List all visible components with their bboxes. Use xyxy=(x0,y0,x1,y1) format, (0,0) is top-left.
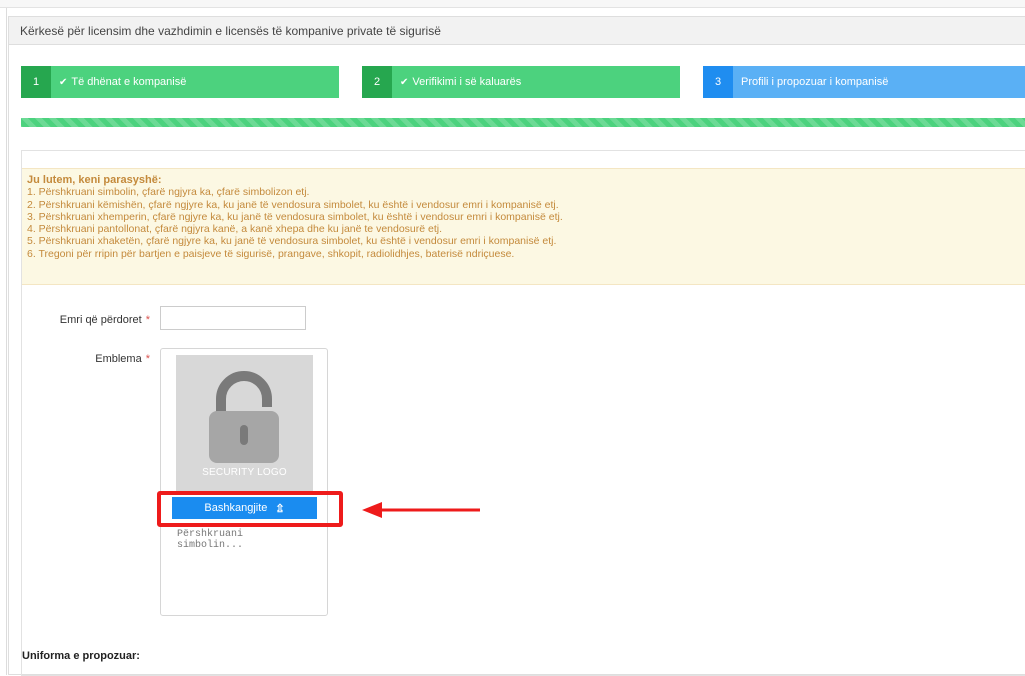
name-field-label: Emri që përdoret * xyxy=(40,314,150,326)
annotation-arrow-icon xyxy=(362,502,480,518)
step-3-company-profile[interactable]: 3 Profili i propozuar i kompanisë xyxy=(703,66,1025,98)
step-label: Verifikimi i së kaluarës xyxy=(412,76,522,88)
notice-item: 5. Përshkruani xhaketën, çfarë ngjyre ka… xyxy=(27,235,557,248)
notice-item: 4. Përshkruani pantollonat, çfarë ngjyra… xyxy=(27,223,443,236)
panel-heading: Kërkesë për licensim dhe vazhdimin e lic… xyxy=(9,17,1025,45)
step-2-background-check[interactable]: 2 ✔ Verifikimi i së kaluarës xyxy=(362,66,680,98)
logo-placeholder-text: SECURITY LOGO xyxy=(202,467,287,478)
page-left-border xyxy=(6,8,7,675)
lock-icon xyxy=(209,371,279,463)
notice-item: 6. Tregoni për rripin për bartjen e pais… xyxy=(27,247,515,260)
emblem-label-text: Emblema xyxy=(95,353,142,365)
notice-title: Ju lutem, keni parasyshë: xyxy=(27,174,162,186)
emblem-description-textarea[interactable] xyxy=(172,523,317,609)
top-bar xyxy=(0,0,1025,8)
step-label: Të dhënat e kompanisë xyxy=(71,76,187,88)
annotation-highlight-box xyxy=(157,491,343,527)
emblem-field-label: Emblema * xyxy=(40,353,150,365)
check-icon: ✔ xyxy=(59,76,68,88)
check-icon: ✔ xyxy=(400,76,409,88)
step-number: 2 xyxy=(362,66,392,98)
name-label-text: Emri që përdoret xyxy=(59,314,142,326)
required-mark: * xyxy=(145,314,150,326)
company-name-input[interactable] xyxy=(160,306,306,330)
step-number: 3 xyxy=(703,66,733,98)
progress-bar xyxy=(21,118,1025,127)
step-label: Profili i propozuar i kompanisë xyxy=(741,76,889,88)
notice-item: 2. Përshkruani këmishën, çfarë ngjyre ka… xyxy=(27,198,559,211)
required-mark: * xyxy=(145,353,150,365)
uniform-section-label: Uniforma e propozuar: xyxy=(22,650,140,662)
step-number: 1 xyxy=(21,66,51,98)
instructions-notice: Ju lutem, keni parasyshë: 1. Përshkruani… xyxy=(22,168,1025,285)
step-1-company-data[interactable]: 1 ✔ Të dhënat e kompanisë xyxy=(21,66,339,98)
notice-item: 3. Përshkruani xhemperin, çfarë ngjyre k… xyxy=(27,210,563,223)
security-logo-placeholder: SECURITY LOGO xyxy=(176,355,313,491)
emblem-upload-card: SECURITY LOGO Bashkangjite ⇫ xyxy=(160,348,328,616)
notice-item: 1. Përshkruani simbolin, çfarë ngjyra ka… xyxy=(27,186,310,199)
